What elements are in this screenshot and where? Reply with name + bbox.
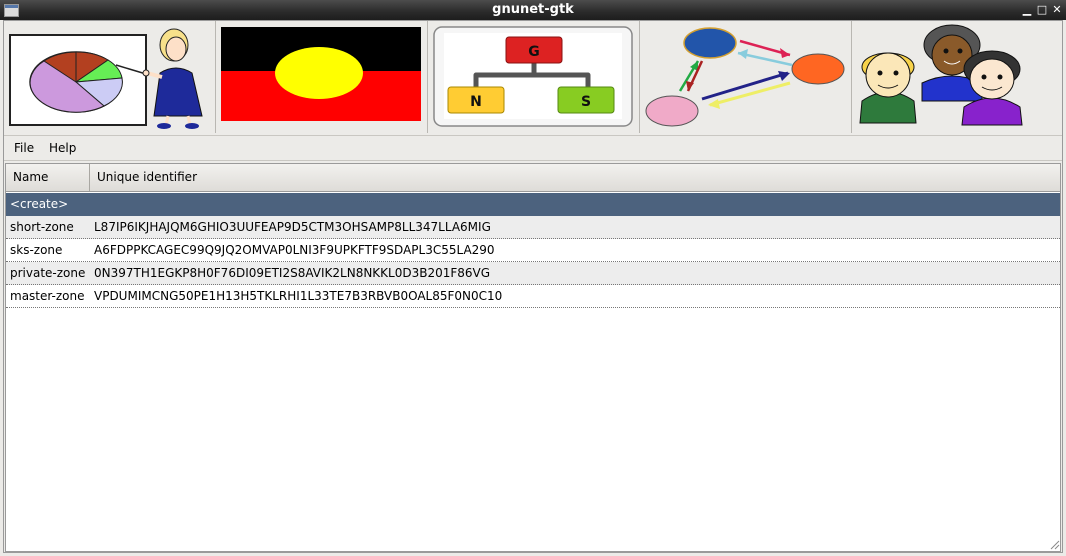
zone-tree-view[interactable]: Name Unique identifier <create> short-zo… [5, 163, 1061, 552]
row-name: private-zone [10, 266, 86, 280]
row-identifier: L87IP6IKJHAJQM6GHIO3UUFEAP9D5CTM3OHSAMP8… [94, 220, 491, 234]
menu-bar: File Help [4, 135, 1062, 161]
gns-tree-icon: G N S [433, 26, 633, 127]
column-header-identifier[interactable]: Unique identifier [90, 164, 1060, 191]
main-window: G N S File Help Name Unique identifier <… [3, 20, 1063, 553]
minimize-icon[interactable]: ▁ [1020, 2, 1034, 17]
row-name: sks-zone [10, 243, 63, 257]
statistics-tool-button[interactable] [4, 21, 216, 133]
row-name: <create> [10, 197, 69, 211]
gns-letter-n: N [470, 94, 482, 110]
flag-icon [221, 27, 421, 121]
row-identifier: VPDUMIMCNG50PE1H13H5TKLRHI1L33TE7B3RBVB0… [94, 289, 503, 303]
table-row[interactable]: master-zone VPDUMIMCNG50PE1H13H5TKLRHI1L… [6, 285, 1060, 308]
window-title: gnunet-gtk [492, 2, 574, 17]
row-identifier: A6FDPPKCAGEC99Q9JQ2OMVAP0LNI3F9UPKFTF9SD… [94, 243, 495, 257]
close-icon[interactable]: ✕ [1050, 2, 1064, 17]
maximize-icon[interactable]: □ [1035, 2, 1049, 17]
presenter-pie-chart-icon [9, 28, 203, 129]
row-name: short-zone [10, 220, 74, 234]
menu-help[interactable]: Help [49, 141, 76, 155]
identity-tool-button[interactable] [852, 21, 1062, 133]
window-titlebar: gnunet-gtk ▁ □ ✕ [0, 0, 1066, 20]
fs-tool-button[interactable] [640, 21, 852, 133]
peerinfo-tool-button[interactable] [216, 21, 428, 133]
table-row[interactable]: sks-zone A6FDPPKCAGEC99Q9JQ2OMVAP0LNI3F9… [6, 239, 1060, 262]
row-name: master-zone [10, 289, 85, 303]
menu-file[interactable]: File [14, 141, 34, 155]
tool-toolbar: G N S [4, 21, 1062, 133]
table-row[interactable]: short-zone L87IP6IKJHAJQM6GHIO3UUFEAP9D5… [6, 216, 1060, 239]
tree-rows: <create> short-zone L87IP6IKJHAJQM6GHIO3… [6, 193, 1060, 308]
tree-header: Name Unique identifier [6, 164, 1060, 192]
resize-grip-icon[interactable] [1048, 538, 1060, 550]
table-row-create[interactable]: <create> [6, 193, 1060, 216]
network-graph-icon [645, 27, 845, 127]
table-row[interactable]: private-zone 0N397TH1EGKP8H0F76DI09ETI2S… [6, 262, 1060, 285]
column-header-name[interactable]: Name [6, 164, 90, 191]
gns-tool-button[interactable]: G N S [428, 21, 640, 133]
menu-file-label: File [14, 141, 35, 155]
gns-letter-s: S [581, 94, 591, 110]
gns-letter-g: G [528, 44, 540, 60]
people-icon [859, 24, 1023, 126]
row-identifier: 0N397TH1EGKP8H0F76DI09ETI2S8AVIK2LN8NKKL… [94, 266, 491, 280]
menu-help-label: Help [49, 141, 77, 155]
